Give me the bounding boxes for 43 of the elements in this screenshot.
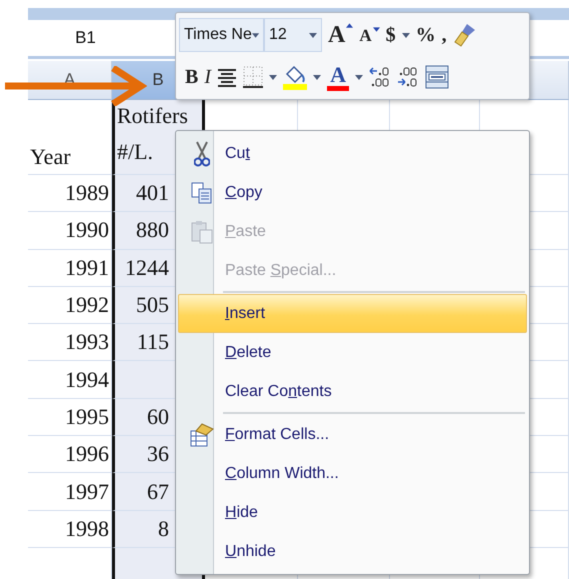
table-cell: 1994 <box>65 366 109 393</box>
paste-icon <box>191 220 213 244</box>
format-button[interactable]: , <box>442 25 447 45</box>
font-field[interactable]: Times Ne <box>179 18 264 52</box>
up-triangle-icon <box>346 23 354 28</box>
table-cell: 1995 <box>65 404 109 430</box>
fill-color-icon[interactable] <box>283 64 308 90</box>
bold-button[interactable]: B <box>185 67 198 87</box>
dropdown-arrow-icon[interactable] <box>313 74 322 80</box>
scissors-icon <box>194 140 210 166</box>
table-cell: 1989 <box>65 180 109 206</box>
shrink-font-button[interactable]: A <box>359 26 380 44</box>
copy-icon <box>191 182 213 204</box>
table-cell: 1993 <box>65 329 109 356</box>
name-box[interactable]: B1 <box>28 28 143 48</box>
menu-item[interactable]: Insert <box>178 294 527 333</box>
decrease-decimal-icon[interactable] <box>397 66 420 88</box>
font-color-button[interactable]: A <box>327 64 350 90</box>
table-cell: 1997 <box>65 478 109 505</box>
dropdown-arrow-icon[interactable] <box>309 32 317 38</box>
table-cell: 1996 <box>65 441 109 468</box>
dropdown-arrow-icon[interactable] <box>402 32 410 38</box>
format-cells-icon <box>190 422 214 446</box>
merge-cells-icon[interactable] <box>425 65 450 89</box>
dropdown-arrow-icon[interactable] <box>269 74 278 80</box>
table-cell: 1991 <box>65 254 109 281</box>
table-cell: Year <box>30 144 71 170</box>
increase-decimal-icon[interactable] <box>369 66 392 88</box>
arrow-icon <box>5 66 147 106</box>
font-size-field[interactable]: 12 <box>264 18 322 52</box>
down-triangle-icon <box>372 26 380 32</box>
italic-button[interactable]: I <box>204 67 212 87</box>
table-cell: 1998 <box>65 516 109 542</box>
dropdown-arrow-icon[interactable] <box>355 74 364 80</box>
borders-icon[interactable] <box>243 66 264 88</box>
table-cell: 1992 <box>65 292 109 318</box>
format-button[interactable]: % <box>416 25 436 45</box>
format-button[interactable]: $ <box>386 25 396 45</box>
paintbrush-icon[interactable] <box>452 22 477 48</box>
dropdown-arrow-icon[interactable] <box>252 32 259 38</box>
table-cell: 1990 <box>65 217 109 244</box>
center-align-icon[interactable] <box>217 67 238 87</box>
grow-font-button[interactable]: A <box>328 23 354 47</box>
